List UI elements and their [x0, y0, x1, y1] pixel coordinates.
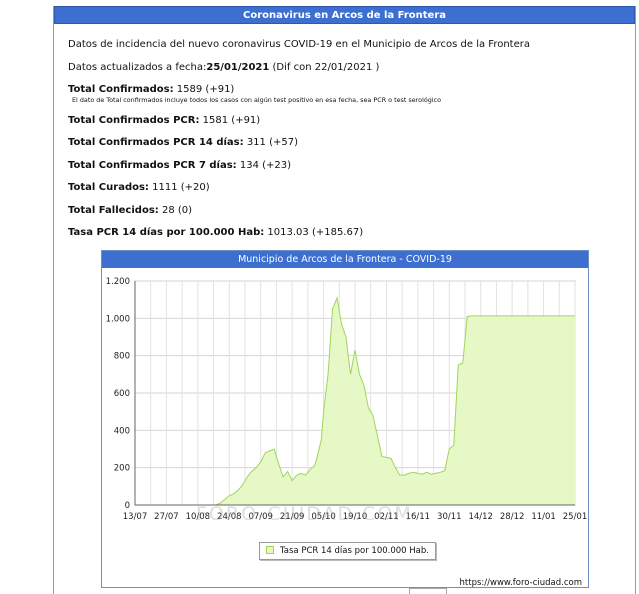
chart-legend: Tasa PCR 14 días por 100.000 Hab. — [259, 542, 436, 560]
stat-pcr7-label: Total Confirmados PCR 7 días: — [68, 160, 237, 171]
panel-title: Coronavirus en Arcos de la Frontera — [54, 6, 635, 24]
stat-pcr: Total Confirmados PCR: 1581 (+91) — [68, 115, 260, 126]
update-prefix: Datos actualizados a fecha: — [68, 62, 207, 73]
y-tick-label: 1.000 — [106, 314, 130, 324]
update-diff: (Dif con 22/01/2021 ) — [269, 62, 380, 73]
y-tick-label: 1.200 — [106, 277, 130, 287]
stat-curados: Total Curados: 1111 (+20) — [68, 182, 210, 193]
stat-confirmados: Total Confirmados: 1589 (+91) — [68, 84, 234, 95]
stat-pcr14: Total Confirmados PCR 14 días: 311 (+57) — [68, 137, 298, 148]
stat-pcr7-value: 134 (+23) — [236, 160, 292, 171]
stat-confirmados-label: Total Confirmados: — [68, 84, 174, 95]
stat-pcr14-value: 311 (+57) — [243, 137, 298, 148]
x-tick-label: 13/07 — [123, 512, 148, 522]
chart-container: Municipio de Arcos de la Frontera - COVI… — [101, 250, 589, 588]
stat-curados-value: 1111 (+20) — [148, 182, 210, 193]
confirmados-note: El dato de Total confirmados incluye tod… — [72, 96, 442, 104]
source-link[interactable]: https://www.foro-ciudad.com — [460, 578, 582, 588]
stat-tasa: Tasa PCR 14 días por 100.000 Hab: 1013.0… — [68, 227, 363, 238]
stat-pcr14-label: Total Confirmados PCR 14 días: — [68, 137, 244, 148]
y-tick-label: 600 — [114, 389, 130, 399]
x-tick-label: 14/12 — [468, 512, 493, 522]
stat-fallecidos-value: 28 (0) — [158, 205, 193, 216]
stat-pcr7: Total Confirmados PCR 7 días: 134 (+23) — [68, 160, 291, 171]
stat-tasa-label: Tasa PCR 14 días por 100.000 Hab: — [68, 227, 265, 238]
y-tick-label: 0 — [125, 501, 130, 511]
x-tick-label: 11/01 — [531, 512, 556, 522]
covid-chart: 02004006008001.0001.20013/07 27/07 10/08 24… — [106, 277, 588, 522]
x-tick-label: 30/11 — [437, 512, 462, 522]
legend-swatch — [266, 546, 274, 554]
stat-pcr-value: 1581 (+91) — [199, 115, 261, 126]
y-tick-label: 800 — [114, 352, 130, 362]
update-date: 25/01/2021 — [206, 62, 270, 73]
update-line: Datos actualizados a fecha:25/01/2021 (D… — [68, 62, 379, 73]
x-tick-label: 25/01 — [563, 512, 588, 522]
y-tick-label: 400 — [114, 426, 130, 436]
watermark: FORO-CIUDAD.COM — [196, 503, 413, 525]
y-tick-label: 200 — [114, 464, 130, 474]
scroll-edge — [409, 588, 447, 594]
legend-label: Tasa PCR 14 días por 100.000 Hab. — [280, 546, 429, 556]
stat-confirmados-value: 1589 (+91) — [173, 84, 235, 95]
stat-pcr-label: Total Confirmados PCR: — [68, 115, 200, 126]
x-tick-label: 28/12 — [500, 512, 524, 522]
x-tick-label: 27/07 — [154, 512, 179, 522]
stat-fallecidos: Total Fallecidos: 28 (0) — [68, 205, 192, 216]
intro-text: Datos de incidencia del nuevo coronaviru… — [68, 39, 530, 50]
stat-tasa-value: 1013.03 (+185.67) — [264, 227, 364, 238]
stat-curados-label: Total Curados: — [68, 182, 149, 193]
stat-fallecidos-label: Total Fallecidos: — [68, 205, 159, 216]
chart-title: Municipio de Arcos de la Frontera - COVI… — [102, 251, 588, 268]
